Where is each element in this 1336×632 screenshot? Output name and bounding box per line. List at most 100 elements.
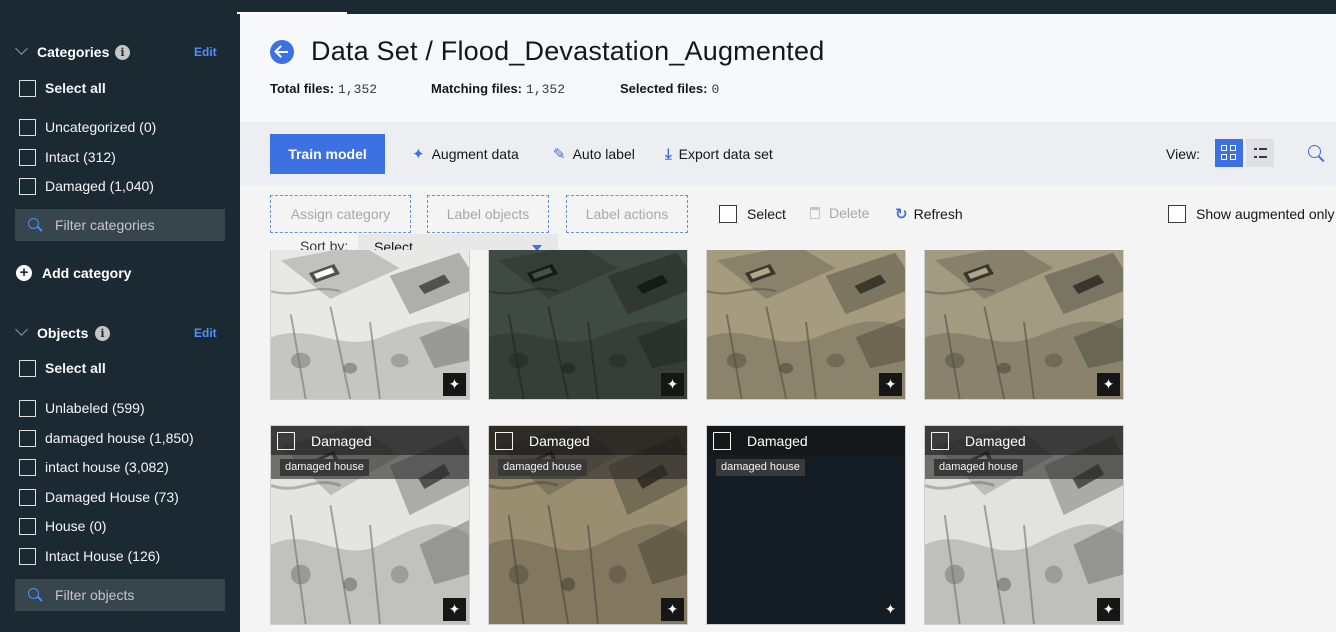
checkbox[interactable] [19, 488, 36, 506]
top-navigation-bar [0, 0, 1336, 14]
image-tile[interactable]: Damaged damaged house ✦ [488, 425, 688, 625]
tile-header: Damaged [925, 426, 1123, 455]
back-arrow-icon[interactable] [270, 40, 294, 64]
refresh-button[interactable]: ↻ Refresh [895, 205, 963, 223]
checkbox[interactable] [19, 177, 36, 195]
selected-files-stat: Selected files: 0 [620, 81, 719, 97]
category-label: Intact (312) [45, 149, 116, 165]
list-view-icon[interactable] [1246, 139, 1274, 167]
assign-category-button[interactable]: Assign category [270, 195, 411, 233]
image-tile[interactable]: ✦ [488, 250, 688, 400]
filter-categories-input[interactable]: Filter categories [15, 209, 225, 241]
object-item-intact-house[interactable]: intact house (3,082) [19, 457, 169, 477]
tile-category: Damaged [965, 432, 1026, 449]
select-label: Select [747, 206, 786, 222]
search-icon [28, 218, 42, 232]
object-item-intact-house-cap[interactable]: Intact House (126) [19, 546, 160, 566]
tile-checkbox[interactable] [931, 431, 949, 450]
info-icon[interactable]: i [95, 325, 110, 341]
image-tile[interactable]: Damaged damaged house ✦ [270, 425, 470, 625]
flood-image [271, 250, 469, 399]
filter-objects-placeholder: Filter objects [55, 587, 135, 603]
image-tile[interactable]: ✦ [924, 250, 1124, 400]
auto-label-button[interactable]: ✎ Auto label [553, 145, 635, 163]
tile-checkbox[interactable] [277, 431, 295, 450]
tile-checkbox[interactable] [495, 431, 513, 450]
delete-button[interactable]: Delete [810, 205, 869, 221]
object-item-damaged-house[interactable]: damaged house (1,850) [19, 428, 194, 448]
checkbox[interactable] [19, 399, 36, 417]
image-tile[interactable]: ✦ [706, 250, 906, 400]
export-data-set-button[interactable]: ⤓ Export data set [665, 145, 773, 163]
tile-checkbox[interactable] [713, 431, 731, 450]
sidebar: Categories i Edit Select all Uncategoriz… [0, 14, 240, 632]
checkbox[interactable] [19, 429, 36, 447]
augmented-icon: ✦ [443, 598, 466, 621]
add-icon: + [16, 265, 32, 281]
checkbox[interactable] [19, 547, 36, 565]
page-title: Data Set / Flood_Devastation_Augmented [311, 36, 825, 66]
select-checkbox[interactable]: Select [719, 204, 786, 224]
augment-data-button[interactable]: ✦ Augment data [412, 145, 519, 163]
categories-edit-link[interactable]: Edit [194, 45, 217, 59]
total-files-stat: Total files: 1,352 [270, 81, 377, 97]
matching-files-label: Matching files: [431, 81, 523, 96]
selected-files-label: Selected files: [620, 81, 708, 96]
label-actions-button[interactable]: Label actions [566, 195, 688, 233]
label-objects-button[interactable]: Label objects [427, 195, 549, 233]
download-icon: ⤓ [665, 145, 672, 163]
objects-title: Objects [37, 325, 89, 341]
augmented-icon: ✦ [1097, 373, 1120, 396]
pencil-icon: ✎ [553, 146, 566, 163]
object-item-unlabeled[interactable]: Unlabeled (599) [19, 398, 145, 418]
image-tile[interactable]: ✦ [270, 250, 470, 400]
image-gallery: ✦ ✦ ✦ ✦ Damaged damaged house ✦ Damaged … [240, 250, 1336, 632]
checkbox[interactable] [19, 359, 36, 377]
checkbox[interactable] [19, 118, 36, 136]
categories-select-all[interactable]: Select all [19, 78, 106, 98]
object-item-damaged-house-cap[interactable]: Damaged House (73) [19, 487, 179, 507]
checkbox[interactable] [19, 458, 36, 476]
category-item-intact[interactable]: Intact (312) [19, 147, 116, 167]
tile-category: Damaged [311, 432, 372, 449]
chevron-down-icon[interactable] [15, 323, 28, 336]
image-tile[interactable]: Damaged damaged house ✦ [924, 425, 1124, 625]
show-augmented-only-checkbox[interactable]: Show augmented only [1168, 204, 1335, 224]
object-tag: damaged house [934, 459, 1023, 476]
object-tag: damaged house [498, 459, 587, 476]
object-label: House (0) [45, 518, 107, 534]
category-item-uncategorized[interactable]: Uncategorized (0) [19, 117, 156, 137]
chevron-down-icon[interactable] [15, 42, 28, 55]
object-label: intact house (3,082) [45, 459, 169, 475]
objects-select-all[interactable]: Select all [19, 358, 106, 378]
categories-title: Categories [37, 44, 110, 60]
augmented-icon: ✦ [1097, 598, 1120, 621]
object-item-house[interactable]: House (0) [19, 516, 106, 536]
augmented-icon: ✦ [443, 373, 466, 396]
sparkle-icon: ✦ [412, 146, 425, 163]
search-icon[interactable] [1308, 145, 1326, 163]
category-label: Damaged (1,040) [45, 178, 154, 194]
checkbox[interactable] [1168, 205, 1186, 223]
categories-header[interactable]: Categories i Edit [0, 40, 240, 64]
objects-edit-link[interactable]: Edit [194, 326, 217, 340]
add-category-label: Add category [42, 265, 132, 281]
auto-label-label: Auto label [572, 146, 635, 162]
checkbox[interactable] [719, 205, 737, 223]
train-model-button[interactable]: Train model [270, 134, 385, 174]
select-all-label: Select all [45, 360, 106, 376]
checkbox[interactable] [19, 148, 36, 166]
filter-objects-input[interactable]: Filter objects [15, 579, 225, 611]
add-category-button[interactable]: + Add category [16, 263, 131, 283]
object-label: Unlabeled (599) [45, 400, 145, 416]
matching-files-value: 1,352 [526, 82, 566, 97]
refresh-icon: ↻ [895, 206, 908, 223]
objects-header[interactable]: Objects i Edit [0, 321, 240, 345]
info-icon[interactable]: i [115, 44, 130, 60]
checkbox[interactable] [19, 79, 36, 97]
grid-view-icon[interactable] [1215, 139, 1243, 167]
image-tile[interactable]: Damaged damaged house ✦ [706, 425, 906, 625]
checkbox[interactable] [19, 517, 36, 535]
category-label: Uncategorized (0) [45, 119, 157, 135]
category-item-damaged[interactable]: Damaged (1,040) [19, 176, 154, 196]
